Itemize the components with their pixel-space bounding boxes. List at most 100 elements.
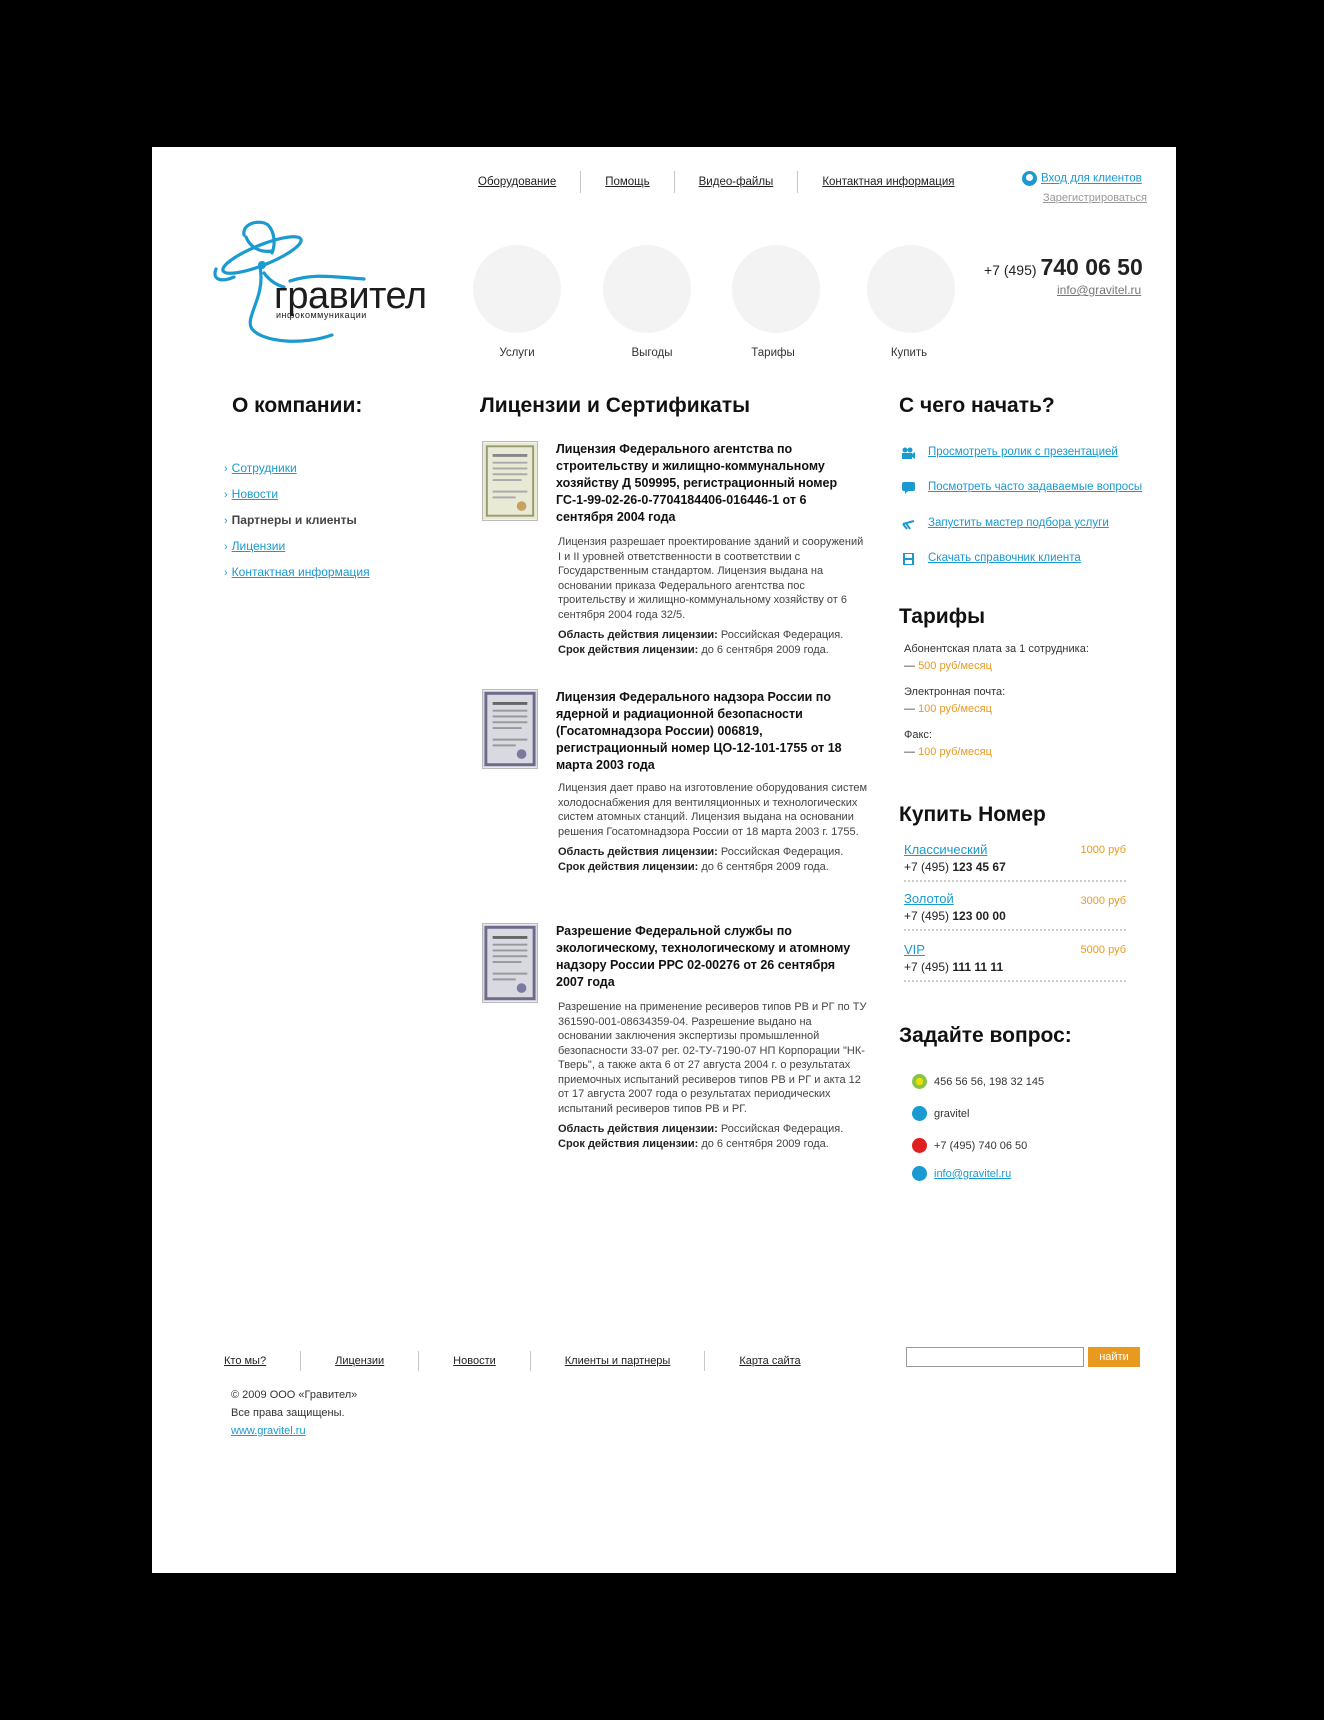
circle-label-benefits[interactable]: Выгоды	[602, 347, 702, 359]
circle-label-services[interactable]: Услуги	[467, 347, 567, 359]
number-prefix: +7 (495)	[904, 909, 950, 923]
number-price: 5000 руб	[1080, 944, 1126, 956]
dash: —	[904, 746, 915, 758]
pointing-hand-icon	[902, 520, 915, 530]
dotted-divider	[904, 880, 1126, 882]
nav-help[interactable]: Помощь	[580, 171, 673, 193]
logo-subtitle: инфокоммуникации	[276, 310, 367, 320]
number-prefix: +7 (495)	[904, 960, 950, 974]
certificate-thumbnail-icon[interactable]	[482, 441, 538, 521]
number-type-link[interactable]: Золотой	[904, 891, 954, 906]
start-link-faq[interactable]: Посмотреть часто задаваемые вопросы	[928, 481, 1142, 493]
benefits-circle[interactable]	[603, 245, 691, 333]
number-prefix: +7 (495)	[904, 860, 950, 874]
license-term: до 6 сентября 2009 года.	[701, 1137, 829, 1150]
license-area: Российская Федерация.	[720, 629, 844, 641]
tariff-value: 100 руб/месяц	[918, 703, 992, 715]
login-link-wrap: Вход для клиентов	[1022, 171, 1142, 186]
license-area-label: Область действия лицензии:	[558, 846, 718, 858]
certificate-thumbnail-icon[interactable]	[482, 923, 538, 1003]
contact-email[interactable]: info@gravitel.ru	[934, 1168, 1011, 1180]
license-title: Лицензия Федерального агентства по строи…	[556, 442, 838, 524]
number-offer: Золотой 3000 руб +7 (495) 123 00 00	[904, 891, 1126, 931]
circle-label-buy[interactable]: Купить	[859, 347, 959, 359]
dash: —	[904, 660, 915, 672]
rights: Все права защищены.	[231, 1407, 345, 1419]
license-area: Российская Федерация.	[720, 846, 844, 858]
tariff-item: Абонентская плата за 1 сотрудника: — 500…	[904, 643, 1089, 672]
license-term-label: Срок действия лицензии:	[558, 860, 699, 873]
license-title: Разрешение Федеральной службы по экологи…	[556, 924, 851, 989]
number-price: 1000 руб	[1080, 844, 1126, 856]
nav-contacts[interactable]: Контактная информация	[797, 171, 978, 193]
footer-link-news[interactable]: Новости	[418, 1351, 530, 1371]
header-phone: +7 (495) 740 06 50	[984, 254, 1143, 281]
dotted-divider	[904, 980, 1126, 982]
tariffs-title: Тарифы	[899, 605, 986, 628]
search-button[interactable]: найти	[1088, 1347, 1140, 1367]
icq-icon	[912, 1074, 927, 1089]
footer-link-licenses[interactable]: Лицензии	[300, 1351, 418, 1371]
register-link[interactable]: Зарегистрироваться	[1043, 192, 1147, 204]
floppy-disk-icon	[903, 553, 914, 565]
license-term-label: Срок действия лицензии:	[558, 643, 699, 656]
license-title: Лицензия Федерального надзора России по …	[556, 690, 842, 772]
mail-icon	[912, 1166, 927, 1181]
phone-icon	[912, 1138, 927, 1153]
about-item-staff[interactable]: Сотрудники	[232, 461, 297, 475]
tariff-value: 100 руб/месяц	[918, 746, 992, 758]
license-desc: Лицензия разрешает проектирование зданий…	[558, 535, 868, 657]
top-nav: Оборудование Помощь Видео-файлы Контактн…	[454, 171, 978, 193]
start-link-handbook[interactable]: Скачать справочник клиента	[928, 552, 1081, 564]
circle-label-tariffs[interactable]: Тарифы	[723, 347, 823, 359]
buy-circle[interactable]	[867, 245, 955, 333]
phone-prefix: +7 (495)	[984, 262, 1037, 278]
page: Оборудование Помощь Видео-файлы Контактн…	[152, 147, 1176, 1573]
footer-link-about[interactable]: Кто мы?	[202, 1351, 300, 1371]
copyright: © 2009 ООО «Гравител»	[231, 1389, 358, 1401]
footer-link-sitemap[interactable]: Карта сайта	[704, 1351, 834, 1371]
nav-equipment[interactable]: Оборудование	[454, 171, 580, 193]
search-input[interactable]	[906, 1347, 1084, 1367]
tariffs-circle[interactable]	[732, 245, 820, 333]
skype-name: gravitel	[934, 1108, 970, 1120]
tariff-item: Факс: — 100 руб/месяц	[904, 729, 992, 758]
tariff-label: Электронная почта:	[904, 686, 1006, 698]
number-type-link[interactable]: Классический	[904, 842, 987, 857]
start-title: С чего начать?	[899, 394, 1055, 417]
login-link[interactable]: Вход для клиентов	[1041, 173, 1142, 185]
license-desc-text: Лицензия разрешает проектирование зданий…	[558, 536, 864, 621]
number-offer: VIP 5000 руб +7 (495) 111 11 11	[904, 942, 1126, 982]
phone-number: 740 06 50	[1040, 254, 1143, 280]
license-desc: Разрешение на применение ресиверов типов…	[558, 1000, 868, 1151]
number-value: 123 45 67	[952, 860, 1006, 874]
buy-number-title: Купить Номер	[899, 803, 1046, 826]
license-desc-text: Лицензия дает право на изготовление обор…	[558, 782, 868, 838]
ask-title: Задайте вопрос:	[899, 1024, 1072, 1047]
number-type-link[interactable]: VIP	[904, 942, 925, 957]
certificate-thumbnail-icon[interactable]	[482, 689, 538, 769]
about-title: О компании:	[232, 394, 363, 417]
footer-link-clients[interactable]: Клиенты и партнеры	[529, 1351, 705, 1371]
tariff-label: Факс:	[904, 729, 932, 741]
number-offer: Классический 1000 руб +7 (495) 123 45 67	[904, 842, 1126, 882]
license-term-label: Срок действия лицензии:	[558, 1137, 699, 1150]
about-item-news[interactable]: Новости	[232, 487, 278, 501]
tariff-value: 500 руб/месяц	[918, 660, 992, 672]
header-email[interactable]: info@gravitel.ru	[1057, 283, 1141, 297]
about-item-licenses[interactable]: Лицензии	[232, 539, 286, 553]
number-price: 3000 руб	[1080, 895, 1126, 907]
license-area: Российская Федерация.	[720, 1123, 844, 1135]
footer-nav: Кто мы? Лицензии Новости Клиенты и партн…	[202, 1351, 835, 1371]
skype-icon	[912, 1106, 927, 1121]
number-value: 123 00 00	[952, 909, 1006, 923]
tariff-item: Электронная почта: — 100 руб/месяц	[904, 686, 1005, 715]
about-item-contacts[interactable]: Контактная информация	[232, 565, 370, 579]
license-term: до 6 сентября 2009 года.	[701, 643, 829, 656]
site-link[interactable]: www.gravitel.ru	[231, 1422, 357, 1440]
nav-video[interactable]: Видео-файлы	[673, 171, 798, 193]
about-item-partners[interactable]: Партнеры и клиенты	[232, 513, 357, 527]
start-link-wizard[interactable]: Запустить мастер подбора услуги	[928, 517, 1109, 529]
services-circle[interactable]	[473, 245, 561, 333]
start-link-video[interactable]: Просмотреть ролик с презентацией	[928, 446, 1118, 458]
